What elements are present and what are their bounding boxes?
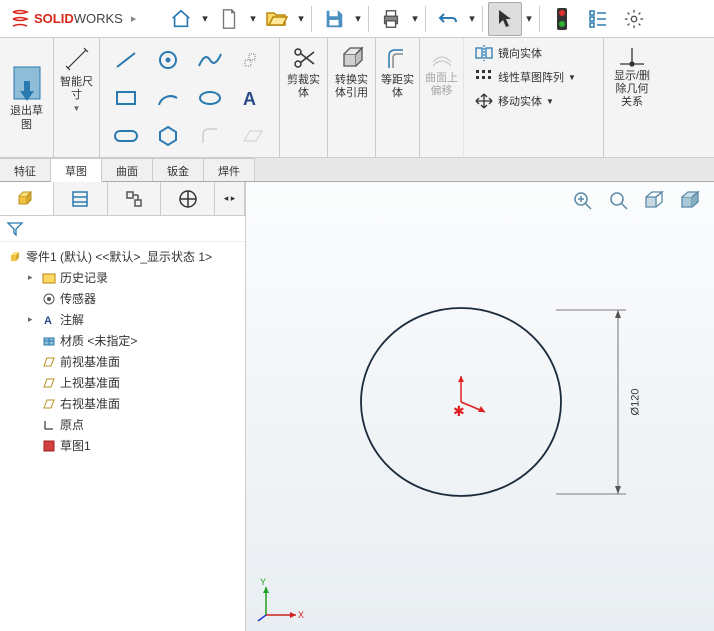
- dropdown-icon[interactable]: ▾: [353, 12, 363, 25]
- open-button[interactable]: [260, 2, 294, 36]
- tree-annotations[interactable]: ▸A注解: [0, 309, 245, 330]
- sketch-drawing: ✱: [246, 182, 714, 631]
- ellipse-tool[interactable]: [190, 80, 230, 116]
- polygon-tool[interactable]: [148, 118, 188, 154]
- tab-sketch[interactable]: 草图: [51, 158, 102, 182]
- dropdown-icon[interactable]: ▼: [568, 73, 576, 82]
- dimension-label[interactable]: Ø120: [629, 389, 641, 416]
- svg-text:Y: Y: [260, 577, 266, 587]
- svg-text:A: A: [44, 315, 52, 327]
- exit-sketch-button[interactable]: 退出草 图: [6, 61, 48, 133]
- settings-icon[interactable]: [617, 2, 651, 36]
- dropdown-icon[interactable]: ▾: [524, 12, 534, 25]
- tree-plane-front[interactable]: 前视基准面: [0, 351, 245, 372]
- line-tool[interactable]: [106, 42, 146, 78]
- dropdown-icon[interactable]: ▼: [546, 97, 554, 106]
- dropdown-icon[interactable]: ▾: [410, 12, 420, 25]
- linear-pattern-button[interactable]: 线性草图阵列 ▼: [470, 66, 597, 88]
- tree-root[interactable]: 零件1 (默认) <<默认>_显示状态 1>: [0, 246, 245, 267]
- svg-text:✱: ✱: [453, 403, 465, 419]
- tree-sketch1[interactable]: 草图1: [0, 435, 245, 456]
- command-tabs: 特征 草图 曲面 钣金 焊件: [0, 158, 714, 182]
- panel-nav[interactable]: ◂ ▸: [215, 182, 245, 215]
- undo-button[interactable]: [431, 2, 465, 36]
- tree-plane-right[interactable]: 右视基准面: [0, 393, 245, 414]
- dropdown-icon[interactable]: ▾: [248, 12, 258, 25]
- dropdown-icon[interactable]: ▾: [200, 12, 210, 25]
- trim-button[interactable]: 剪裁实 体: [283, 42, 324, 102]
- convert-entities-button[interactable]: 转换实 体引用: [331, 42, 372, 102]
- tab-surfaces[interactable]: 曲面: [102, 158, 153, 181]
- dropdown-icon[interactable]: ▾: [296, 12, 306, 25]
- tree-plane-top[interactable]: 上视基准面: [0, 372, 245, 393]
- feature-tree-tab[interactable]: [0, 182, 54, 215]
- arc-tool[interactable]: [148, 80, 188, 116]
- filter-icon[interactable]: [6, 220, 24, 238]
- dropdown-icon[interactable]: ▼: [73, 104, 81, 113]
- fillet-tool[interactable]: [190, 118, 230, 154]
- traffic-light-icon[interactable]: [545, 2, 579, 36]
- list-icon[interactable]: [581, 2, 615, 36]
- surface-offset-button: 曲面上 偏移: [421, 42, 462, 100]
- dropdown-icon[interactable]: ▾: [467, 12, 477, 25]
- tree-material[interactable]: 材质 <未指定>: [0, 330, 245, 351]
- move-entities-button[interactable]: 移动实体 ▼: [470, 90, 597, 112]
- slot-tool[interactable]: [106, 118, 146, 154]
- spline-tool[interactable]: [190, 42, 230, 78]
- save-button[interactable]: [317, 2, 351, 36]
- offset-entities-button[interactable]: 等距实 体: [377, 42, 418, 102]
- dimxpert-tab[interactable]: [161, 182, 215, 215]
- rectangle-tool[interactable]: [106, 80, 146, 116]
- tab-weldments[interactable]: 焊件: [204, 158, 255, 181]
- tree-origin[interactable]: 原点: [0, 414, 245, 435]
- new-button[interactable]: [212, 2, 246, 36]
- tree-history[interactable]: ▸历史记录: [0, 267, 245, 288]
- svg-text:X: X: [298, 610, 304, 620]
- tree-sensors[interactable]: 传感器: [0, 288, 245, 309]
- print-button[interactable]: [374, 2, 408, 36]
- property-tab[interactable]: [54, 182, 108, 215]
- display-relations-button[interactable]: 显示/删 除几何 关系: [610, 42, 654, 112]
- tab-features[interactable]: 特征: [0, 158, 51, 181]
- app-logo: SOLIDWORKS ▸: [4, 9, 154, 29]
- svg-text:A: A: [243, 89, 256, 109]
- home-button[interactable]: [164, 2, 198, 36]
- point-tool[interactable]: [232, 42, 272, 78]
- tab-sheetmetal[interactable]: 钣金: [153, 158, 204, 181]
- smart-dimension-button[interactable]: 智能尺 寸: [56, 42, 97, 104]
- view-triad: Y X: [256, 575, 306, 625]
- plane-tool[interactable]: [232, 118, 272, 154]
- select-button[interactable]: [488, 2, 522, 36]
- graphics-viewport[interactable]: ✱ Ø120 Y X: [246, 182, 714, 631]
- text-tool[interactable]: A: [232, 80, 272, 116]
- config-tab[interactable]: [108, 182, 162, 215]
- chevron-right-icon[interactable]: ▸: [131, 12, 137, 25]
- circle-tool[interactable]: [148, 42, 188, 78]
- mirror-entities-button[interactable]: 镜向实体: [470, 42, 597, 64]
